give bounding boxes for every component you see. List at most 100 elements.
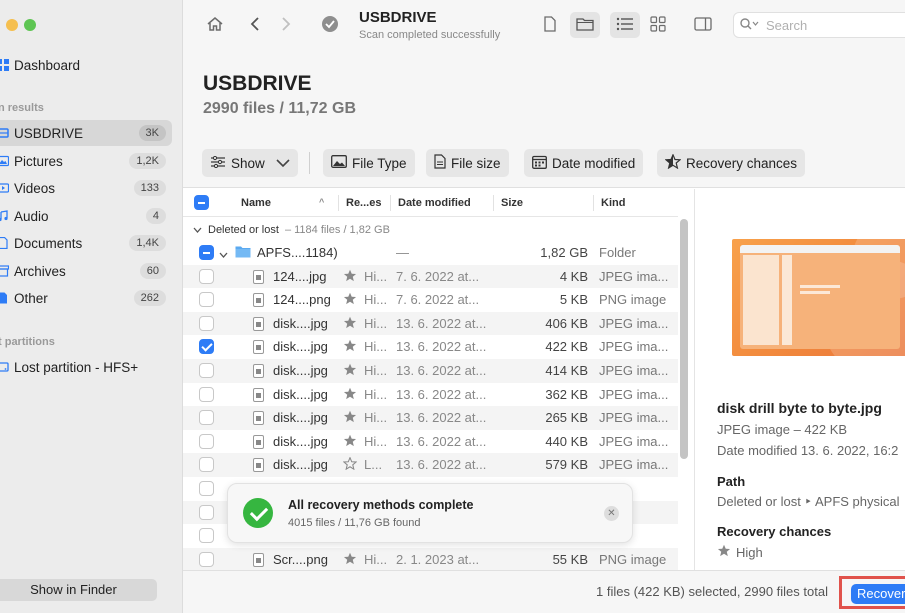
sidebar-item-documents[interactable]: Documents 1,4K	[0, 230, 172, 256]
list-view-button[interactable]	[610, 12, 640, 38]
column-header-date[interactable]: Date modified	[398, 197, 471, 209]
chevron-down-icon[interactable]	[219, 246, 228, 261]
folder-view-button[interactable]	[570, 12, 600, 38]
table-row[interactable]: disk....jpg Hi... 13. 6. 2022 at... 406 KB J…	[183, 311, 678, 336]
row-checkbox[interactable]	[199, 504, 214, 520]
preview-chances-label: Recovery chances	[717, 524, 832, 539]
count-badge: 262	[133, 290, 166, 306]
row-checkbox[interactable]	[199, 457, 214, 473]
date-modified-filter[interactable]: Date modified	[524, 149, 644, 177]
recovery-chance: Hi...	[364, 386, 388, 402]
grid-icon	[650, 15, 666, 35]
file-size: 362 KB	[545, 386, 588, 402]
file-size-filter[interactable]: File size	[426, 149, 509, 177]
column-header-name[interactable]: Name	[241, 197, 271, 209]
close-icon[interactable]: ✕	[604, 506, 619, 521]
date-modified-filter-label: Date modified	[552, 155, 636, 171]
sidebar-item-videos[interactable]: Videos 133	[0, 175, 172, 201]
select-all-checkbox[interactable]	[194, 195, 209, 210]
row-checkbox[interactable]	[199, 433, 214, 449]
results-header: USBDRIVE 2990 files / 11,72 GB Show File…	[183, 54, 905, 188]
recovery-chances-filter[interactable]: Recovery chances	[657, 149, 806, 177]
video-icon	[0, 181, 10, 195]
star-icon	[717, 544, 731, 560]
file-name: disk....jpg	[273, 339, 328, 355]
file-type-filter[interactable]: File Type	[323, 149, 415, 177]
table-row[interactable]: disk....jpg Hi... 13. 6. 2022 at... 422 KB J…	[183, 335, 678, 359]
back-button[interactable]	[240, 12, 270, 38]
column-header-recovery[interactable]: Re...es	[346, 197, 381, 209]
table-row[interactable]: disk....jpg Hi... 13. 6. 2022 at... 265 KB J…	[183, 406, 678, 430]
search-input[interactable]	[766, 17, 905, 33]
table-row[interactable]: disk....jpg Hi... 13. 6. 2022 at... 362 KB J…	[183, 383, 678, 407]
row-checkbox[interactable]	[199, 292, 214, 308]
minimize-button[interactable]	[6, 19, 18, 31]
recover-button[interactable]: Recover	[851, 584, 905, 604]
search-field[interactable]	[733, 12, 905, 38]
page-title: USBDRIVE	[203, 72, 312, 95]
preview-thumbnail	[732, 239, 905, 356]
file-size: 4 KB	[559, 268, 588, 284]
date-modified: 13. 6. 2022 at...	[396, 339, 487, 355]
table-scrollbar[interactable]	[680, 219, 688, 459]
file-size: 406 KB	[545, 315, 588, 331]
sidebar-item-audio[interactable]: Audio 4	[0, 203, 172, 229]
show-in-finder-button[interactable]: Show in Finder	[0, 579, 157, 601]
row-checkbox[interactable]	[199, 386, 214, 402]
date-modified: 13. 6. 2022 at...	[396, 386, 487, 402]
table-row[interactable]: 124....png Hi... 7. 6. 2022 at... 5 KB PNG i…	[183, 288, 678, 312]
table-row[interactable]: disk....jpg Hi... 13. 6. 2022 at... 440 KB J…	[183, 430, 678, 454]
table-row-folder[interactable]: APFS....1184) — 1,82 GB Folder	[183, 241, 678, 265]
row-checkbox[interactable]	[199, 410, 214, 426]
star-icon	[343, 434, 357, 450]
column-header-kind[interactable]: Kind	[601, 197, 625, 209]
table-row[interactable]: disk....jpg L... 13. 6. 2022 at... 579 KB JP…	[183, 453, 678, 477]
row-checkbox[interactable]	[199, 245, 214, 260]
table-row[interactable]: 124....jpg Hi... 7. 6. 2022 at... 4 KB JPEG …	[183, 264, 678, 289]
sidebar-item-label: USBDRIVE	[14, 125, 84, 141]
sidebar-item-pictures[interactable]: Pictures 1,2K	[0, 148, 172, 174]
zoom-button[interactable]	[24, 19, 36, 31]
toolbar-title: USBDRIVE	[359, 9, 437, 26]
checkmark-circle-icon	[321, 15, 339, 36]
row-checkbox[interactable]	[199, 315, 214, 331]
star-icon	[343, 339, 357, 355]
sidebar-item-dashboard[interactable]: Dashboard	[0, 52, 172, 78]
image-file-icon	[253, 364, 264, 378]
show-filter-label: Show	[231, 155, 265, 171]
file-size: 265 KB	[545, 410, 588, 426]
search-icon	[740, 17, 760, 33]
forward-button[interactable]	[271, 12, 301, 38]
file-name: 124....png	[273, 292, 331, 308]
row-checkbox[interactable]	[199, 363, 214, 378]
preview-chances: High	[717, 544, 763, 560]
table-row[interactable]: Scr....png Hi... 2. 1. 2023 at... 55 KB PNG …	[183, 547, 678, 570]
recovery-chances-filter-label: Recovery chances	[686, 155, 798, 171]
star-icon	[343, 292, 357, 308]
toggle-preview-button[interactable]	[688, 12, 718, 38]
row-checkbox[interactable]	[199, 481, 214, 496]
sidebar-item-lost-partition[interactable]: Lost partition - HFS+	[0, 354, 172, 380]
file-kind: JPEG ima...	[599, 268, 669, 284]
file-size: 422 KB	[545, 339, 588, 355]
sidebar-item-usbdrive[interactable]: USBDRIVE 3K	[0, 120, 172, 146]
sidebar-item-archives[interactable]: Archives 60	[0, 258, 172, 284]
file-view-button[interactable]	[535, 12, 565, 38]
row-checkbox[interactable]	[199, 551, 214, 567]
column-divider	[593, 195, 594, 211]
partition-icon	[0, 360, 10, 374]
table-row[interactable]: disk....jpg Hi... 13. 6. 2022 at... 414 KB J…	[183, 359, 678, 383]
home-button[interactable]	[200, 12, 230, 38]
row-checkbox[interactable]	[199, 528, 214, 544]
row-checkbox[interactable]	[199, 268, 214, 284]
toast-title: All recovery methods complete	[288, 498, 474, 512]
date-modified: —	[396, 245, 409, 260]
group-header-deleted[interactable]: Deleted or lost – 1184 files / 1,82 GB	[183, 219, 678, 241]
grid-view-button[interactable]	[643, 12, 673, 38]
column-header-size[interactable]: Size	[501, 197, 523, 209]
bottom-bar: 1 files (422 KB) selected, 2990 files to…	[183, 570, 905, 613]
sidebar-item-other[interactable]: Other 262	[0, 285, 172, 311]
show-filter-dropdown[interactable]: Show	[202, 149, 298, 177]
file-kind: JPEG ima...	[599, 410, 669, 426]
row-checkbox[interactable]	[199, 339, 214, 355]
